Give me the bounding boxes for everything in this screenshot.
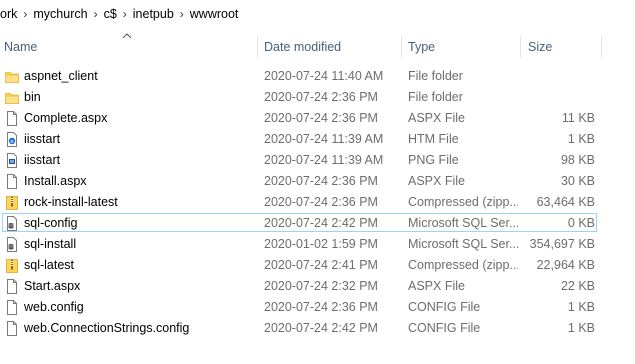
file-name: iisstart xyxy=(24,153,61,167)
file-date-modified: 2020-07-24 2:32 PM xyxy=(264,279,378,293)
file-name: sql-install xyxy=(24,237,77,251)
breadcrumb-item-wwwroot[interactable]: wwwroot xyxy=(186,7,243,21)
column-header-date-modified[interactable]: Date modified xyxy=(264,36,341,58)
file-type: Microsoft SQL Ser... xyxy=(408,237,518,251)
file-type: File folder xyxy=(408,69,463,83)
file-type: Compressed (zipp... xyxy=(408,258,518,272)
file-name: web.ConnectionStrings.config xyxy=(24,321,190,335)
column-divider[interactable] xyxy=(401,36,402,58)
file-row[interactable]: sql-latest 2020-07-24 2:41 PM Compressed (… xyxy=(0,255,635,276)
column-divider[interactable] xyxy=(520,36,521,58)
sql-file-icon xyxy=(5,237,19,252)
zip-folder-icon xyxy=(5,258,19,273)
file-date-modified: 2020-01-02 1:59 PM xyxy=(264,237,378,251)
file-date-modified: 2020-07-24 11:39 AM xyxy=(264,132,384,146)
sql-file-icon xyxy=(5,216,19,231)
file-size: 354,697 KB xyxy=(529,237,595,251)
file-row[interactable]: e iisstart 2020-07-24 11:39 AM HTM File 1 KB xyxy=(0,129,635,150)
file-row[interactable]: iisstart 2020-07-24 11:39 AM PNG File 98 KB xyxy=(0,150,635,171)
file-date-modified: 2020-07-24 2:41 PM xyxy=(264,258,378,272)
file-type: Compressed (zipp... xyxy=(408,195,518,209)
file-size: 63,464 KB xyxy=(536,195,595,209)
file-row[interactable]: sql-install 2020-01-02 1:59 PM Microsoft S… xyxy=(0,234,635,255)
file-type: ASPX File xyxy=(408,174,465,188)
chevron-right-icon[interactable]: › xyxy=(121,7,129,21)
column-header-type[interactable]: Type xyxy=(408,36,435,58)
document-icon xyxy=(5,321,19,336)
document-icon xyxy=(5,279,19,294)
breadcrumb-item-mychurch[interactable]: mychurch xyxy=(29,7,91,21)
file-date-modified: 2020-07-24 11:39 AM xyxy=(264,153,384,167)
folder-icon xyxy=(5,69,19,84)
column-header-name[interactable]: Name xyxy=(4,36,37,58)
file-name: rock-install-latest xyxy=(24,195,118,209)
file-name: bin xyxy=(24,90,41,104)
file-size: 11 KB xyxy=(561,111,595,125)
file-row[interactable]: Install.aspx 2020-07-24 2:36 PM ASPX File 3… xyxy=(0,171,635,192)
file-date-modified: 2020-07-24 2:36 PM xyxy=(264,300,378,314)
file-date-modified: 2020-07-24 2:36 PM xyxy=(264,111,378,125)
file-row[interactable]: aspnet_client 2020-07-24 11:40 AM File fol… xyxy=(0,66,635,87)
file-row[interactable]: bin 2020-07-24 2:36 PM File folder xyxy=(0,87,635,108)
file-name: sql-config xyxy=(24,216,78,230)
file-size: 22,964 KB xyxy=(536,258,595,272)
file-date-modified: 2020-07-24 2:36 PM xyxy=(264,90,378,104)
file-size: 30 KB xyxy=(560,174,595,188)
file-size xyxy=(522,66,595,87)
file-name: Start.aspx xyxy=(24,279,81,293)
file-size: 0 KB xyxy=(567,216,595,230)
file-row[interactable]: web.config 2020-07-24 2:36 PM CONFIG File 1… xyxy=(0,297,635,318)
file-row[interactable]: Start.aspx 2020-07-24 2:32 PM ASPX File 22 … xyxy=(0,276,635,297)
html-file-icon: e xyxy=(5,132,19,147)
file-type: Microsoft SQL Ser... xyxy=(408,216,518,230)
file-date-modified: 2020-07-24 2:42 PM xyxy=(264,321,378,335)
column-divider[interactable] xyxy=(601,36,602,58)
chevron-right-icon[interactable]: › xyxy=(21,7,29,21)
file-type: CONFIG File xyxy=(408,300,481,314)
file-date-modified: 2020-07-24 2:36 PM xyxy=(264,195,378,209)
breadcrumb: ork › mychurch › c$ › inetpub › wwwroot xyxy=(0,0,635,28)
file-size: 98 KB xyxy=(560,153,595,167)
zip-folder-icon xyxy=(5,195,19,210)
file-list: aspnet_client 2020-07-24 11:40 AM File fol… xyxy=(0,66,635,339)
file-type: ASPX File xyxy=(408,111,465,125)
file-type: PNG File xyxy=(408,153,459,167)
file-name: iisstart xyxy=(24,132,61,146)
file-row-selected[interactable]: sql-config 2020-07-24 2:42 PM Microsoft SQ… xyxy=(0,213,635,234)
breadcrumb-item-network[interactable]: ork xyxy=(0,7,21,21)
file-size xyxy=(522,87,595,108)
file-row[interactable]: web.ConnectionStrings.config 2020-07-24 2… xyxy=(0,318,635,339)
column-header-size[interactable]: Size xyxy=(528,36,552,58)
file-name: aspnet_client xyxy=(24,69,98,83)
file-date-modified: 2020-07-24 11:40 AM xyxy=(264,69,384,83)
file-type: HTM File xyxy=(408,132,459,146)
file-date-modified: 2020-07-24 2:42 PM xyxy=(264,216,378,230)
file-type: File folder xyxy=(408,90,463,104)
breadcrumb-item-inetpub[interactable]: inetpub xyxy=(129,7,178,21)
file-size: 1 KB xyxy=(567,132,595,146)
chevron-right-icon[interactable]: › xyxy=(92,7,100,21)
document-icon xyxy=(5,111,19,126)
file-row[interactable]: rock-install-latest 2020-07-24 2:36 PM Com… xyxy=(0,192,635,213)
file-type: ASPX File xyxy=(408,279,465,293)
file-size: 22 KB xyxy=(560,279,595,293)
file-type: CONFIG File xyxy=(408,321,481,335)
folder-icon xyxy=(5,90,19,105)
image-file-icon xyxy=(5,153,19,168)
file-name: Complete.aspx xyxy=(24,111,108,125)
column-header-row: Name Date modified Type Size xyxy=(0,36,635,58)
file-size: 1 KB xyxy=(567,321,595,335)
file-size: 1 KB xyxy=(567,300,595,314)
file-name: web.config xyxy=(24,300,84,314)
file-name: Install.aspx xyxy=(24,174,87,188)
file-name: sql-latest xyxy=(24,258,75,272)
file-date-modified: 2020-07-24 2:36 PM xyxy=(264,174,378,188)
chevron-right-icon[interactable]: › xyxy=(178,7,186,21)
file-row[interactable]: Complete.aspx 2020-07-24 2:36 PM ASPX File… xyxy=(0,108,635,129)
column-divider[interactable] xyxy=(257,36,258,58)
breadcrumb-item-c-share[interactable]: c$ xyxy=(100,7,121,21)
document-icon xyxy=(5,174,19,189)
document-icon xyxy=(5,300,19,315)
